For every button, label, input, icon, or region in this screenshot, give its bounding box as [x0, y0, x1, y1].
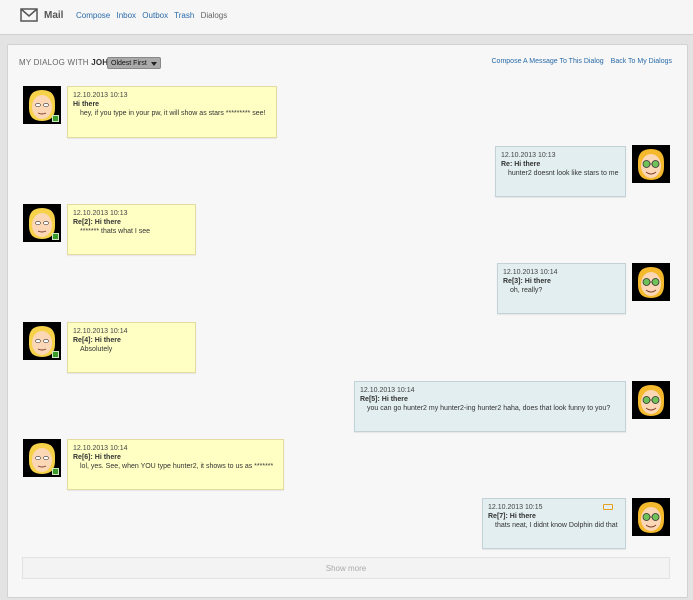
back-to-dialogs-link[interactable]: Back To My Dialogs: [611, 58, 672, 65]
message-subject: Hi there: [73, 101, 100, 108]
online-status-icon: [52, 233, 59, 240]
show-more-button[interactable]: Show more: [22, 557, 670, 579]
app-title: Mail: [44, 10, 64, 21]
message-bubble-incoming[interactable]: 12.10.2013 10:13 Hi there hey, if you ty…: [67, 86, 277, 138]
mail-top-bar: Mail Compose Inbox Outbox Trash Dialogs: [0, 0, 693, 35]
message-subject: Re[3]: Hi there: [503, 278, 551, 285]
message-date: 12.10.2013 10:14: [73, 328, 128, 335]
message-date: 12.10.2013 10:13: [501, 152, 556, 159]
face-with-glasses-icon: [638, 385, 664, 416]
message-subject: Re[7]: Hi there: [488, 513, 536, 520]
message-bubble-outgoing[interactable]: 12.10.2013 10:14 Re[3]: Hi there oh, rea…: [497, 263, 626, 314]
sender-avatar[interactable]: [23, 439, 61, 477]
message-body: ******* thats what I see: [80, 228, 151, 235]
sort-order-value: Oldest First: [111, 60, 147, 67]
message-body: oh, really?: [510, 287, 543, 294]
message-body: thats neat, I didnt know Dolphin did tha…: [495, 522, 618, 529]
dialog-label: My Dialog With: [19, 58, 89, 67]
sender-avatar[interactable]: [23, 86, 61, 124]
message-bubble-incoming[interactable]: 12.10.2013 10:13 Re[2]: Hi there *******…: [67, 204, 196, 255]
nav-trash-link[interactable]: Trash: [174, 11, 194, 20]
compose-to-dialog-link[interactable]: Compose A Message To This Dialog: [492, 58, 604, 65]
message-date: 12.10.2013 10:13: [73, 210, 128, 217]
nav-inbox-link[interactable]: Inbox: [116, 11, 136, 20]
own-avatar[interactable]: [632, 381, 670, 419]
sender-avatar[interactable]: [23, 322, 61, 360]
online-status-icon: [52, 468, 59, 475]
sort-order-select[interactable]: Oldest First: [107, 57, 161, 69]
nav-dialogs-current: Dialogs: [200, 11, 228, 20]
nav-outbox-link[interactable]: Outbox: [142, 11, 168, 20]
message-subject: Re[2]: Hi there: [73, 219, 121, 226]
chevron-down-icon: [151, 62, 157, 66]
own-avatar[interactable]: [632, 263, 670, 301]
message-subject: Re[4]: Hi there: [73, 337, 121, 344]
message-body: Absolutely: [80, 346, 113, 353]
face-with-glasses-icon: [638, 267, 664, 298]
flag-icon[interactable]: [603, 504, 613, 510]
message-body: hunter2 doesnt look like stars to me: [508, 170, 619, 177]
message-subject: Re: Hi there: [501, 161, 541, 168]
message-date: 12.10.2013 10:14: [73, 445, 128, 452]
own-avatar[interactable]: [632, 145, 670, 183]
message-subject: Re[5]: Hi there: [360, 396, 408, 403]
online-status-icon: [52, 115, 59, 122]
message-date: 12.10.2013 10:15: [488, 504, 543, 511]
message-body: lol, yes. See, when YOU type hunter2, it…: [80, 463, 274, 470]
message-date: 12.10.2013 10:14: [360, 387, 415, 394]
face-with-glasses-icon: [638, 502, 664, 533]
dialog-header: My Dialog With John: [19, 58, 114, 67]
message-body: hey, if you type in your pw, it will sho…: [80, 110, 266, 117]
message-subject: Re[6]: Hi there: [73, 454, 121, 461]
message-bubble-outgoing[interactable]: 12.10.2013 10:13 Re: Hi there hunter2 do…: [495, 146, 626, 197]
message-bubble-incoming[interactable]: 12.10.2013 10:14 Re[6]: Hi there lol, ye…: [67, 439, 284, 490]
sender-avatar[interactable]: [23, 204, 61, 242]
dialog-actions: Compose A Message To This Dialog Back To…: [487, 58, 673, 65]
mail-nav: Compose Inbox Outbox Trash Dialogs: [76, 11, 231, 20]
envelope-icon: [20, 8, 38, 22]
face-with-glasses-icon: [638, 149, 664, 180]
nav-compose-link[interactable]: Compose: [76, 11, 110, 20]
message-bubble-incoming[interactable]: 12.10.2013 10:14 Re[4]: Hi there Absolut…: [67, 322, 196, 373]
message-bubble-outgoing[interactable]: 12.10.2013 10:14 Re[5]: Hi there you can…: [354, 381, 626, 432]
message-date: 12.10.2013 10:13: [73, 92, 128, 99]
message-bubble-outgoing[interactable]: 12.10.2013 10:15 Re[7]: Hi there thats n…: [482, 498, 626, 549]
own-avatar[interactable]: [632, 498, 670, 536]
online-status-icon: [52, 351, 59, 358]
message-body: you can go hunter2 my hunter2-ing hunter…: [367, 405, 611, 412]
message-date: 12.10.2013 10:14: [503, 269, 558, 276]
